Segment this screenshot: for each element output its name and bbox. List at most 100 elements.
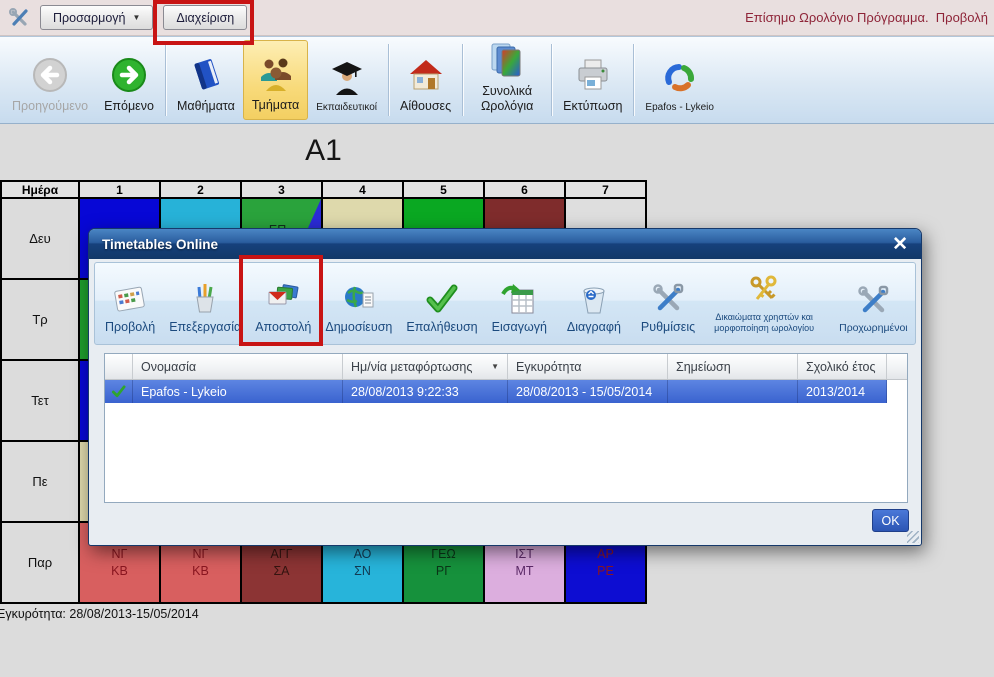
toolbar-divider — [551, 44, 552, 116]
column-header: 1 — [80, 182, 161, 199]
timetable-header-row: Ημέρα 1 2 3 4 5 6 7 — [2, 182, 647, 199]
table-row[interactable]: Epafos - Lykeio 28/08/2013 9:22:33 28/08… — [105, 380, 907, 403]
trash-icon — [576, 281, 612, 317]
row-upload-date-cell: 28/08/2013 9:22:33 — [343, 380, 508, 403]
table-import-icon — [501, 281, 537, 317]
class-title: A1 — [0, 134, 647, 168]
toolbar-divider — [462, 44, 463, 116]
view-button[interactable]: Προβολή — [98, 265, 162, 342]
lesson-code: ΑΓΓ — [270, 546, 292, 563]
teachers-button[interactable]: Εκπαιδευτικοί — [308, 40, 385, 120]
globe-document-icon — [341, 281, 377, 317]
rooms-button[interactable]: Αίθουσες — [392, 40, 459, 120]
teacher-code: ΡΓ — [436, 563, 451, 580]
import-button[interactable]: Εισαγωγή — [485, 265, 554, 342]
delete-button[interactable]: Διαγραφή — [560, 265, 628, 342]
column-header: 6 — [485, 182, 566, 199]
column-header-school-year[interactable]: Σχολικό έτος — [798, 354, 887, 379]
row-school-year-cell: 2013/2014 — [798, 380, 887, 403]
top-menu-bar: Προσαρμογή ▼ Διαχείριση Επίσημο Ωρολόγιο… — [0, 0, 994, 36]
next-button[interactable]: Επόμενο — [96, 40, 162, 120]
customize-label: Προσαρμογή — [53, 11, 126, 25]
resize-grip[interactable] — [907, 531, 919, 543]
graduate-icon — [327, 58, 367, 98]
manage-label: Διαχείριση — [176, 11, 234, 25]
row-name-cell: Epafos - Lykeio — [133, 380, 343, 403]
permissions-button[interactable]: Δικαιώματα χρηστών και μορφοποίηση ωρολο… — [702, 265, 826, 342]
settings-button[interactable]: Ρυθμίσεις — [634, 265, 702, 342]
teacher-code: ΡΕ — [597, 563, 614, 580]
next-icon — [109, 55, 149, 95]
house-icon — [406, 55, 446, 95]
list-header: Ονομασία Ημ/νία μεταφόρτωσης ▼ Εγκυρότητ… — [105, 354, 907, 380]
main-toolbar: Προηγούμενο Επόμενο Μαθήματα — [0, 36, 994, 124]
column-header: 3 — [242, 182, 323, 199]
ok-button[interactable]: OK — [872, 509, 909, 532]
classes-button[interactable]: Τμήματα — [243, 40, 308, 120]
column-header: 7 — [566, 182, 647, 199]
column-header-note[interactable]: Σημείωση — [668, 354, 798, 379]
sync-arrows-icon — [660, 58, 700, 98]
column-header-filler — [887, 354, 907, 379]
calendar-grid-icon — [112, 281, 148, 317]
dialog-toolbar: Προβολή Επεξεργασία — [94, 262, 916, 345]
send-button[interactable]: Αποστολή — [248, 265, 318, 342]
day-label: Δευ — [2, 199, 80, 280]
day-label: Τετ — [2, 361, 80, 442]
column-header: Ημέρα — [2, 182, 80, 199]
book-icon — [186, 55, 226, 95]
teacher-code: ΣΝ — [354, 563, 371, 580]
day-label: Πε — [2, 442, 80, 523]
keys-icon — [746, 273, 782, 309]
check-icon — [424, 281, 460, 317]
lesson-code: ΝΓ — [193, 546, 209, 563]
column-header-validity[interactable]: Εγκυρότητα — [508, 354, 668, 379]
teacher-code: ΚΒ — [111, 563, 128, 580]
customize-button[interactable]: Προσαρμογή ▼ — [40, 5, 153, 30]
timetables-list: Ονομασία Ημ/νία μεταφόρτωσης ▼ Εγκυρότητ… — [104, 353, 908, 503]
courses-button[interactable]: Μαθήματα — [169, 40, 243, 120]
timetables-online-dialog: Timetables Online ✕ Προβολή — [88, 228, 922, 546]
envelopes-icon — [265, 281, 301, 317]
verify-button[interactable]: Επαλήθευση — [399, 265, 484, 342]
dialog-titlebar[interactable]: Timetables Online ✕ — [89, 229, 921, 259]
printer-icon — [573, 55, 613, 95]
row-filler — [887, 380, 907, 403]
tools-icon — [855, 283, 891, 319]
people-group-icon — [256, 54, 296, 94]
day-label: Τρ — [2, 280, 80, 361]
dialog-title: Timetables Online — [102, 237, 218, 252]
check-icon — [111, 384, 126, 399]
manage-button[interactable]: Διαχείριση — [163, 5, 247, 30]
lesson-code: ΙΣΤ — [515, 546, 534, 563]
column-header-name[interactable]: Ονομασία — [133, 354, 343, 379]
publish-button[interactable]: Δημοσίευση — [318, 265, 399, 342]
all-timetables-button[interactable]: Συνολικά Ωρολόγια — [466, 40, 548, 120]
validity-status: Εγκυρότητα: 28/08/2013-15/05/2014 — [0, 607, 199, 621]
column-header-upload-date[interactable]: Ημ/νία μεταφόρτωσης ▼ — [343, 354, 508, 379]
close-icon[interactable]: ✕ — [892, 235, 908, 254]
tools-icon — [650, 281, 686, 317]
teacher-code: ΚΒ — [192, 563, 209, 580]
teacher-code: ΣΑ — [273, 563, 289, 580]
print-button[interactable]: Εκτύπωση — [555, 40, 630, 120]
sync-button[interactable]: Epafos - Lykeio — [637, 40, 722, 120]
row-validity-cell: 28/08/2013 - 15/05/2014 — [508, 380, 668, 403]
view-mode-text: Επίσημο Ωρολόγιο Πρόγραμμα. Προβολή — [745, 10, 988, 25]
sort-desc-icon: ▼ — [491, 362, 499, 371]
column-header: 5 — [404, 182, 485, 199]
toolbar-divider — [388, 44, 389, 116]
column-header: 4 — [323, 182, 404, 199]
edit-button[interactable]: Επεξεργασία — [162, 265, 248, 342]
column-header-status[interactable] — [105, 354, 133, 379]
tools-icon — [8, 7, 30, 29]
row-note-cell — [668, 380, 798, 403]
lesson-code: ΓΕΩ — [431, 546, 456, 563]
previous-button[interactable]: Προηγούμενο — [4, 40, 96, 120]
column-header: 2 — [161, 182, 242, 199]
lesson-code: ΑΟ — [354, 546, 372, 563]
teacher-code: ΜΤ — [515, 563, 533, 580]
advanced-button[interactable]: Προχωρημένοι — [832, 265, 915, 342]
day-label: Παρ — [2, 523, 80, 604]
lesson-code: ΝΓ — [112, 546, 128, 563]
